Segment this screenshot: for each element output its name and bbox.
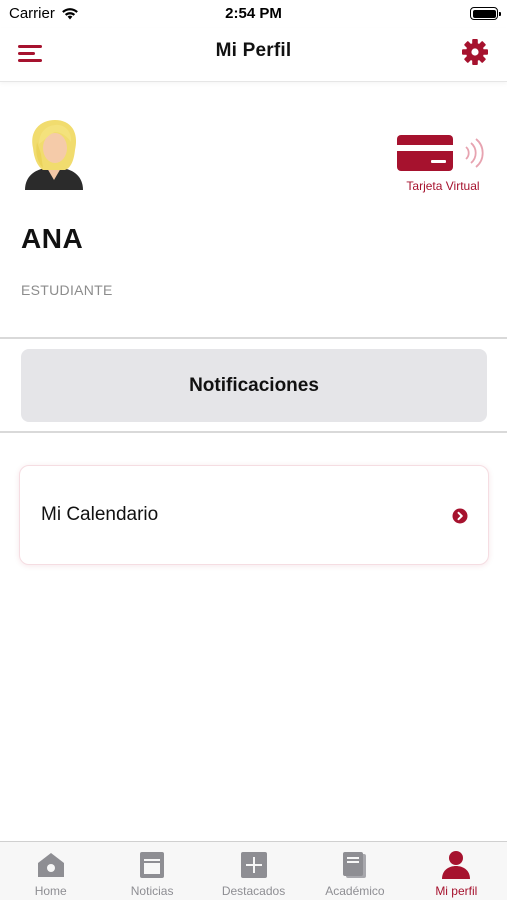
book-icon [342, 852, 366, 878]
user-role: ESTUDIANTE [21, 282, 113, 298]
credit-card-nfc-icon [397, 135, 484, 171]
tab-label: Mi perfil [435, 884, 478, 898]
virtual-card-button[interactable]: Tarjeta Virtual [397, 133, 489, 197]
status-bar: Carrier 2:54 PM [0, 0, 507, 28]
tab-home[interactable]: Home [0, 842, 101, 900]
tab-bar: Home Noticias Destacados Académico Mi pe… [0, 841, 507, 900]
battery-icon [470, 7, 501, 20]
gear-icon[interactable] [461, 38, 489, 66]
chevron-right-icon [452, 508, 468, 524]
navigation-bar: Mi Perfil [0, 28, 507, 82]
person-icon [442, 851, 471, 879]
divider [0, 431, 507, 433]
tab-label: Noticias [130, 884, 174, 898]
news-icon [140, 852, 165, 878]
home-icon [37, 853, 64, 877]
notifications-button[interactable]: Notificaciones [21, 349, 487, 422]
user-name: ANA [21, 223, 84, 254]
tab-label: Académico [325, 884, 385, 898]
tab-destacados[interactable]: Destacados [203, 842, 304, 900]
calendar-label: Mi Calendario [41, 504, 159, 525]
virtual-card-label: Tarjeta Virtual [406, 179, 480, 193]
calendar-card[interactable]: Mi Calendario [19, 465, 489, 565]
tab-academico[interactable]: Académico [304, 842, 405, 900]
status-time: 2:54 PM [225, 5, 282, 22]
profile-header: Tarjeta Virtual ANA ESTUDIANTE [0, 83, 507, 339]
page-title: Mi Perfil [215, 40, 292, 61]
avatar [25, 120, 83, 190]
tab-mi-perfil[interactable]: Mi perfil [406, 842, 507, 900]
divider [0, 337, 507, 339]
plus-square-icon [240, 852, 267, 878]
tab-label: Destacados [221, 884, 286, 898]
tab-noticias[interactable]: Noticias [101, 842, 202, 900]
tab-label: Home [34, 884, 67, 898]
